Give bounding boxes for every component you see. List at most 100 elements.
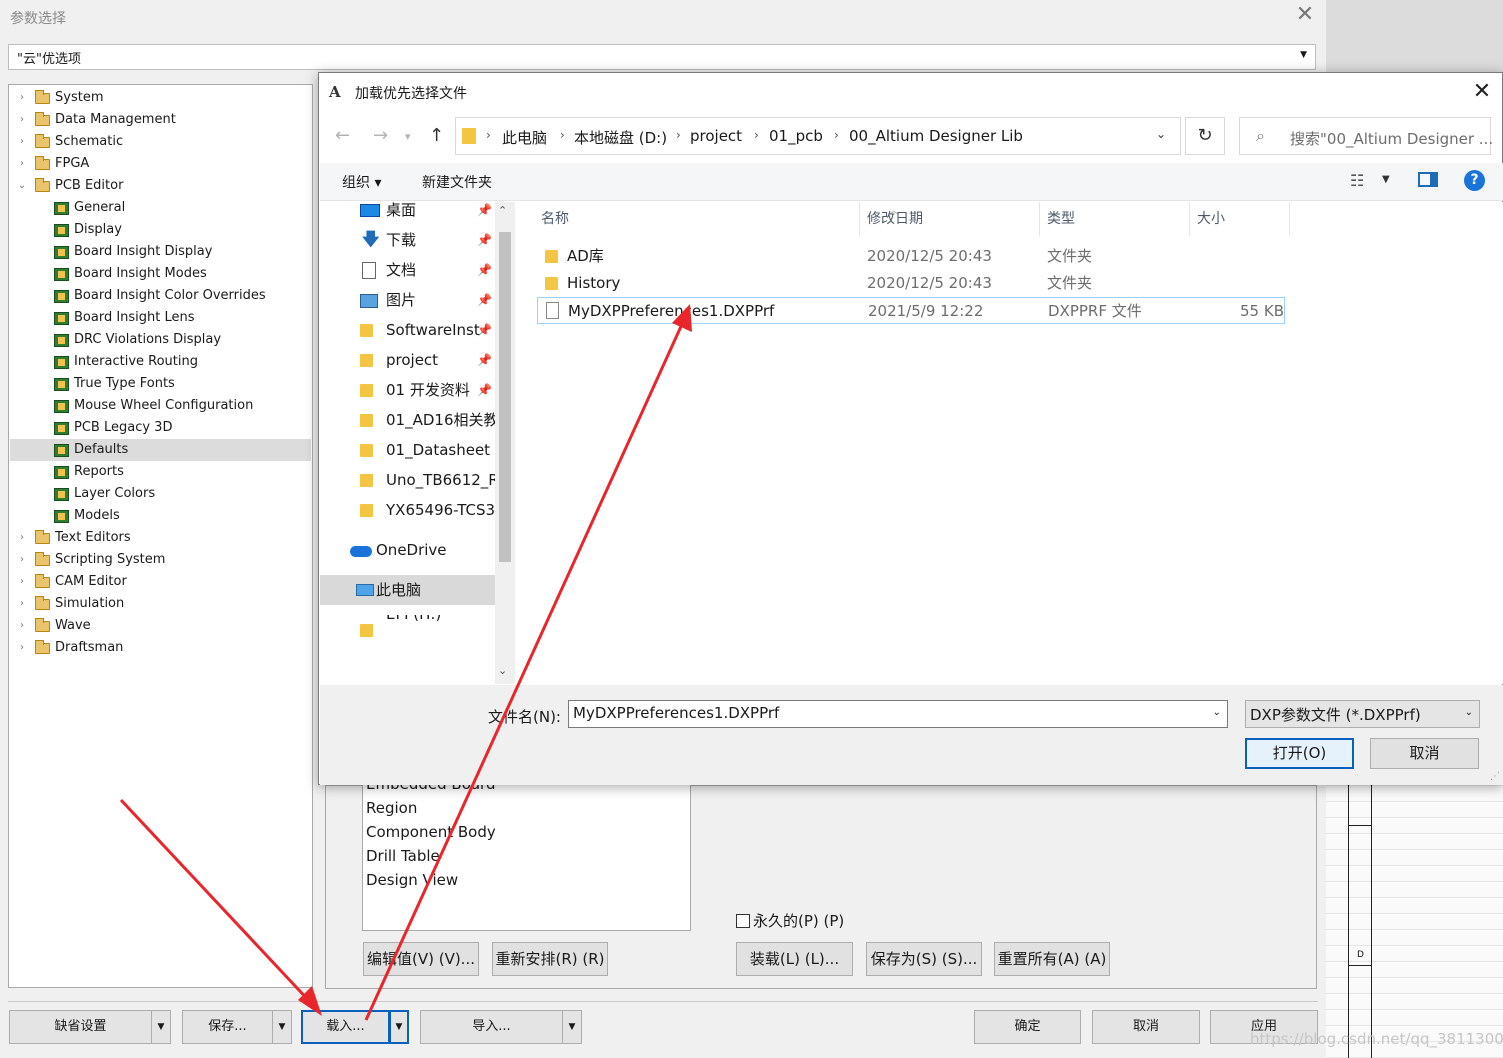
tree-item[interactable]: Models xyxy=(10,505,311,527)
cancel-button[interactable]: 取消 xyxy=(1092,1010,1200,1044)
breadcrumb-item[interactable]: 此电脑 xyxy=(502,127,547,148)
nav-item[interactable]: 01_Datasheet xyxy=(320,435,495,465)
tree-item[interactable]: Display xyxy=(10,219,311,241)
nav-item[interactable]: 文档 📌 xyxy=(320,255,495,285)
file-row[interactable]: History 2020/12/5 20:43 文件夹 xyxy=(537,270,1285,297)
list-item[interactable]: Embedded Board xyxy=(366,785,496,793)
search-box[interactable]: ⌕ 搜索"00_Altium Designer ... xyxy=(1239,117,1493,155)
tree-item[interactable]: Board Insight Lens xyxy=(10,307,311,329)
import-dropdown[interactable]: ▼ xyxy=(562,1010,582,1044)
nav-item[interactable]: 此电脑 xyxy=(320,575,495,605)
chevron-right-icon[interactable]: › xyxy=(16,615,28,637)
chevron-right-icon[interactable]: › xyxy=(16,109,28,131)
column-size[interactable]: 大小 xyxy=(1197,208,1225,228)
back-arrow-icon[interactable]: ← xyxy=(335,125,350,146)
tree-item[interactable]: › Schematic xyxy=(10,131,311,153)
breadcrumb-item[interactable]: 01_pcb xyxy=(769,127,823,145)
load-prefs-button[interactable]: 载入... xyxy=(301,1010,390,1044)
resize-grip-icon[interactable]: ⋰ xyxy=(1490,771,1500,782)
nav-item[interactable]: YX65496-TCS3 xyxy=(320,495,495,525)
chevron-right-icon[interactable]: › xyxy=(16,637,28,659)
preview-pane-icon[interactable] xyxy=(1418,172,1438,187)
tree-item[interactable]: Board Insight Modes xyxy=(10,263,311,285)
chevron-right-icon[interactable]: › xyxy=(16,571,28,593)
set-defaults-button[interactable]: 缺省设置 xyxy=(9,1010,152,1044)
forward-arrow-icon[interactable]: → xyxy=(373,125,388,146)
tree-item[interactable]: › FPGA xyxy=(10,153,311,175)
tree-item[interactable]: Defaults xyxy=(10,439,311,461)
chevron-right-icon[interactable]: › xyxy=(16,527,28,549)
file-row[interactable]: MyDXPPreferences1.DXPPrf 2021/5/9 12:22 DX… xyxy=(537,297,1285,324)
nav-item[interactable]: 桌面 📌 xyxy=(320,202,495,225)
pin-icon[interactable]: 📌 xyxy=(477,375,492,405)
tree-item[interactable]: DRC Violations Display xyxy=(10,329,311,351)
primitive-list[interactable]: Embedded Board Region Component Body Drill … xyxy=(362,785,691,931)
scroll-down-icon[interactable]: ⌄ xyxy=(498,664,507,677)
permanent-checkbox[interactable]: 永久的(P) (P) xyxy=(736,910,844,931)
open-button[interactable]: 打开(O) xyxy=(1245,738,1354,769)
column-name[interactable]: 名称 xyxy=(541,208,569,228)
pin-icon[interactable]: 📌 xyxy=(477,345,492,375)
chevron-right-icon[interactable]: › xyxy=(16,593,28,615)
organize-menu[interactable]: 组织 ▾ xyxy=(342,172,381,192)
recent-locations-icon[interactable]: ▾ xyxy=(405,130,411,143)
ok-button[interactable]: 确定 xyxy=(974,1010,1081,1044)
chevron-down-icon[interactable]: ⌄ xyxy=(1156,127,1166,141)
scroll-up-icon[interactable]: ⌃ xyxy=(498,204,507,217)
pin-icon[interactable]: 📌 xyxy=(477,255,492,285)
save-prefs-dropdown[interactable]: ▼ xyxy=(272,1010,292,1044)
save-prefs-button[interactable]: 保存... xyxy=(182,1010,273,1044)
pin-icon[interactable]: 📌 xyxy=(477,225,492,255)
list-item[interactable]: Design View xyxy=(366,871,458,889)
tree-item[interactable]: Board Insight Display xyxy=(10,241,311,263)
scroll-thumb[interactable] xyxy=(499,232,511,562)
tree-item[interactable]: Reports xyxy=(10,461,311,483)
new-folder-button[interactable]: 新建文件夹 xyxy=(422,172,492,192)
import-button[interactable]: 导入... xyxy=(420,1010,563,1044)
pin-icon[interactable]: 📌 xyxy=(477,315,492,345)
tree-item[interactable]: Mouse Wheel Configuration xyxy=(10,395,311,417)
set-defaults-dropdown[interactable]: ▼ xyxy=(151,1010,171,1044)
tree-item[interactable]: Interactive Routing xyxy=(10,351,311,373)
chevron-down-icon[interactable]: ⌄ xyxy=(1213,707,1221,718)
filename-input[interactable]: MyDXPPreferences1.DXPPrf ⌄ xyxy=(568,700,1228,728)
column-type[interactable]: 类型 xyxy=(1047,208,1075,228)
tree-item[interactable]: › CAM Editor xyxy=(10,571,311,593)
dialog-cancel-button[interactable]: 取消 xyxy=(1370,738,1479,769)
close-icon[interactable]: ✕ xyxy=(1469,79,1495,105)
reset-all-button[interactable]: 重置所有(A) (A) xyxy=(994,942,1110,976)
chevron-right-icon[interactable]: › xyxy=(16,87,28,109)
tree-item[interactable]: ⌄ PCB Editor xyxy=(10,175,311,197)
refresh-icon[interactable]: ↻ xyxy=(1185,117,1225,155)
chevron-down-icon[interactable]: ▼ xyxy=(1382,174,1390,185)
pin-icon[interactable]: 📌 xyxy=(477,285,492,315)
list-item[interactable]: Drill Table xyxy=(366,847,440,865)
navigation-scrollbar[interactable]: ⌃ ⌄ xyxy=(495,202,515,684)
navigation-pane[interactable]: ★快速访问桌面📌🡇下载📌文档📌图片📌SoftwareInst📌project📌0… xyxy=(320,202,495,684)
nav-item[interactable]: project 📌 xyxy=(320,345,495,375)
chevron-right-icon[interactable]: › xyxy=(16,131,28,153)
load-primitives-button[interactable]: 装载(L) (L)... xyxy=(736,942,853,976)
tree-item[interactable]: › Data Management xyxy=(10,109,311,131)
cloud-preferences-combo[interactable]: "云"优选项 ▼ xyxy=(8,44,1316,70)
save-as-button[interactable]: 保存为(S) (S)... xyxy=(866,942,982,976)
nav-item[interactable]: 01_AD16相关教 xyxy=(320,405,495,435)
tree-item[interactable]: › Draftsman xyxy=(10,637,311,659)
list-item[interactable]: Region xyxy=(366,799,417,817)
list-item[interactable]: Component Body xyxy=(366,823,496,841)
file-list[interactable]: ︿ 名称 修改日期 类型 大小 AD库 2020/12/5 20:43 文件夹 His… xyxy=(517,202,1503,684)
tree-item[interactable]: › Scripting System xyxy=(10,549,311,571)
file-row[interactable]: AD库 2020/12/5 20:43 文件夹 xyxy=(537,243,1285,270)
help-icon[interactable]: ? xyxy=(1464,170,1485,191)
filetype-select[interactable]: DXP参数文件 (*.DXPPrf) ⌄ xyxy=(1245,700,1480,728)
chevron-down-icon[interactable]: ⌄ xyxy=(16,175,28,197)
tree-item[interactable]: › System xyxy=(10,87,311,109)
nav-item[interactable]: SoftwareInst 📌 xyxy=(320,315,495,345)
up-arrow-icon[interactable]: ↑ xyxy=(429,125,444,146)
view-options-icon[interactable]: ☷ xyxy=(1350,171,1364,190)
preferences-tree[interactable]: › System › Data Management › Schematic › FPGA ⌄ P… xyxy=(8,84,313,988)
breadcrumb-item[interactable]: 00_Altium Designer Lib xyxy=(849,127,1023,145)
nav-item[interactable]: 01 开发资料 📌 xyxy=(320,375,495,405)
tree-item[interactable]: › Simulation xyxy=(10,593,311,615)
tree-item[interactable]: PCB Legacy 3D xyxy=(10,417,311,439)
